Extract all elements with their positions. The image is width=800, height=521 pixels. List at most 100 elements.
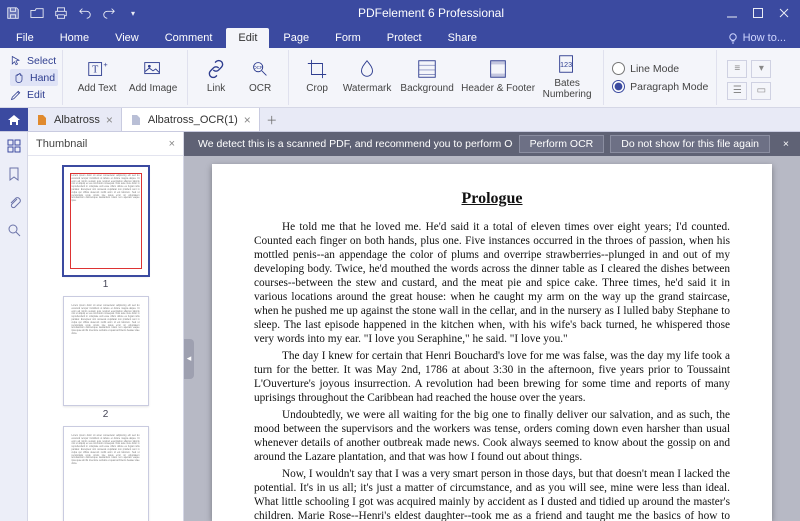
file-icon [130,114,142,126]
lightbulb-icon [727,32,739,44]
attachment-icon[interactable] [6,194,22,210]
bates-icon: 123 [556,53,578,75]
search-icon[interactable] [6,222,22,238]
watermark-button[interactable]: Watermark [339,50,395,102]
minimize-button[interactable] [720,3,744,23]
ribbon-insert: T+Add Text Add Image [63,50,188,105]
link-icon [205,58,227,80]
bookmark-icon[interactable] [6,166,22,182]
ribbon-quick-tools: Select Hand Edit [6,50,63,105]
help-search[interactable]: How to... [717,32,796,48]
ribbon-page-design: Crop Watermark Background Header & Foote… [289,50,604,105]
save-icon[interactable] [4,4,22,22]
menu-form[interactable]: Form [323,28,373,48]
crop-button[interactable]: Crop [295,50,339,102]
align-option-1[interactable]: ≡ [727,60,747,78]
doc-tab-1[interactable]: Albatross_OCR(1) × [122,108,260,131]
title-bar: ▾ PDFelement 6 Professional [0,0,800,26]
close-button[interactable] [772,3,796,23]
app-title: PDFelement 6 Professional [142,6,720,20]
quick-access-toolbar: ▾ [4,4,142,22]
doc-paragraph: Undoubtedly, we were all waiting for the… [254,408,730,464]
ribbon-edit-mode: Line Mode Paragraph Mode [604,50,717,105]
line-mode-radio[interactable]: Line Mode [612,60,708,78]
hand-tool[interactable]: Hand [10,69,58,86]
edit-tool[interactable]: Edit [10,86,58,103]
close-tab-icon[interactable]: × [244,113,251,127]
doc-tab-label: Albatross_OCR(1) [148,114,238,126]
svg-text:T: T [92,65,98,76]
text-icon: T+ [86,58,108,80]
menu-edit[interactable]: Edit [226,28,269,48]
thumbnail-panel: Thumbnail × Lorem ipsum dolor sit amet c… [28,132,184,521]
document-viewer: i We detect this is a scanned PDF, and r… [184,132,800,521]
add-text-button[interactable]: T+Add Text [69,50,125,102]
document-page: Prologue He told me that he loved me. He… [212,164,772,521]
select-tool[interactable]: Select [10,52,58,69]
doc-heading: Prologue [254,190,730,208]
close-panel-icon[interactable]: × [169,138,175,150]
maximize-button[interactable] [746,3,770,23]
thumbnail-page-2[interactable]: Lorem ipsum dolor sit amet consectetur a… [63,296,149,420]
link-button[interactable]: Link [194,50,238,102]
align-option-2[interactable]: ☰ [727,82,747,100]
menu-share[interactable]: Share [436,28,489,48]
menu-bar: File Home View Comment Edit Page Form Pr… [0,26,800,48]
help-label: How to... [743,32,786,44]
undo-icon[interactable] [76,4,94,22]
menu-protect[interactable]: Protect [375,28,434,48]
header-footer-icon [487,58,509,80]
doc-tab-label: Albatross [54,114,100,126]
ribbon-link-ocr: Link OCROCR [188,50,289,105]
thumbnail-list[interactable]: Lorem ipsum dolor sit amet consectetur a… [28,156,183,521]
align-option-3[interactable]: ▭ [751,82,771,100]
menu-file[interactable]: File [4,28,46,48]
image-icon [142,58,164,80]
watermark-icon [356,58,378,80]
close-tab-icon[interactable]: × [106,113,113,127]
home-icon [7,113,21,127]
thumbnail-page-1[interactable]: Lorem ipsum dolor sit amet consectetur a… [63,166,149,290]
header-footer-button[interactable]: Header & Footer [459,50,537,102]
side-nav [0,132,28,521]
page-canvas[interactable]: ◂ Prologue He told me that he loved me. … [184,156,800,521]
print-icon[interactable] [52,4,70,22]
doc-tab-0[interactable]: Albatross × [28,108,122,131]
ribbon: Select Hand Edit T+Add Text Add Image Li… [0,48,800,108]
svg-text:123: 123 [560,59,572,68]
prev-page-handle[interactable]: ◂ [184,339,194,379]
perform-ocr-button[interactable]: Perform OCR [519,135,605,153]
window-controls [720,3,796,23]
ocr-icon: OCR [249,58,271,80]
add-image-button[interactable]: Add Image [125,50,181,102]
paragraph-mode-radio[interactable]: Paragraph Mode [612,78,708,96]
background-icon [416,58,438,80]
align-dropdown[interactable]: ▾ [751,60,771,78]
add-tab-button[interactable]: ＋ [260,108,284,131]
thumbnails-icon[interactable] [6,138,22,154]
ocr-notice-bar: i We detect this is a scanned PDF, and r… [184,132,800,156]
thumbnail-page-3[interactable]: Lorem ipsum dolor sit amet consectetur a… [63,426,149,521]
home-button[interactable] [0,108,28,131]
content-area: Thumbnail × Lorem ipsum dolor sit amet c… [0,132,800,521]
close-notice-icon[interactable]: × [776,138,796,150]
dismiss-notice-button[interactable]: Do not show for this file again [610,135,770,153]
menu-view[interactable]: View [103,28,151,48]
bates-button[interactable]: 123Bates Numbering [537,50,597,102]
qat-dropdown-icon[interactable]: ▾ [124,4,142,22]
doc-paragraph: He told me that he loved me. He'd said i… [254,220,730,346]
doc-paragraph: The day I knew for certain that Henri Bo… [254,349,730,405]
menu-home[interactable]: Home [48,28,101,48]
thumbnail-panel-title: Thumbnail [36,138,87,150]
redo-icon[interactable] [100,4,118,22]
menu-page[interactable]: Page [271,28,321,48]
ribbon-align: ≡ ▾ ☰ ▭ [717,50,783,105]
ocr-button[interactable]: OCROCR [238,50,282,102]
open-icon[interactable] [28,4,46,22]
menu-comment[interactable]: Comment [153,28,225,48]
document-tab-strip: Albatross × Albatross_OCR(1) × ＋ [0,108,800,132]
doc-paragraph: Now, I wouldn't say that I was a very sm… [254,467,730,521]
background-button[interactable]: Background [395,50,459,102]
svg-text:OCR: OCR [253,65,264,70]
notice-text: We detect this is a scanned PDF, and rec… [198,138,513,150]
